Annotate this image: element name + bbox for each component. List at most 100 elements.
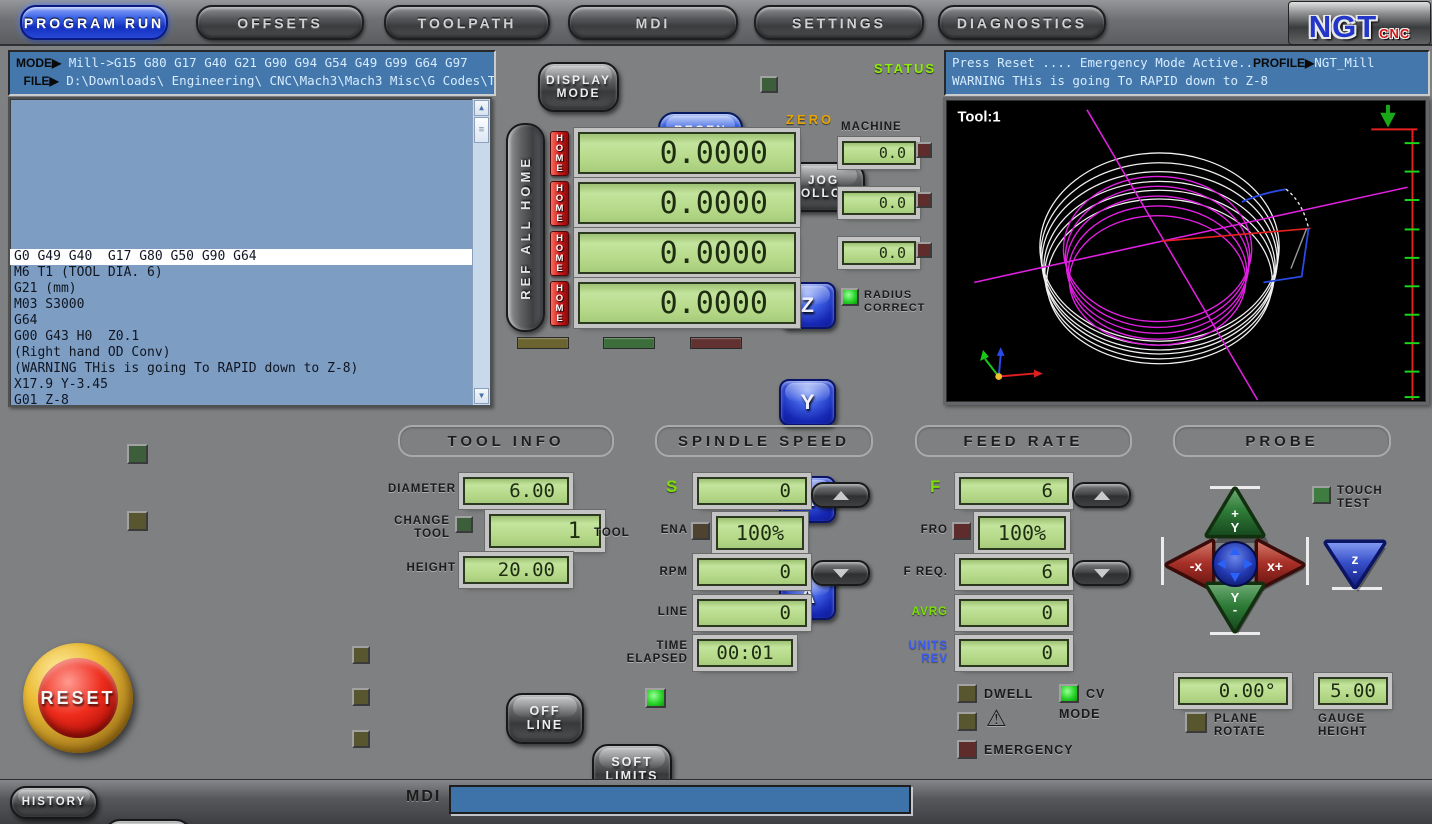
gcode-line: X17.9 Y-3.45: [14, 377, 108, 392]
ref-all-home-button[interactable]: REF ALL HOME: [506, 123, 545, 332]
scroll-down-button[interactable]: ▼: [474, 388, 489, 404]
gcode-line: M03 S3000: [14, 297, 85, 312]
up-arrow-icon: [1093, 490, 1110, 500]
jog-follow-led: [760, 76, 778, 93]
tab-offsets[interactable]: OFFSETS: [196, 5, 364, 40]
mode-label: MODE▶: [16, 56, 62, 70]
offline-button[interactable]: OFF LINE: [506, 693, 584, 744]
units-rev-label: UNITS REV: [908, 640, 948, 665]
top-tab-bar: PROGRAM RUN OFFSETS TOOLPATH MDI SETTING…: [0, 0, 1432, 46]
ref-all-home-label: REF ALL HOME: [518, 155, 533, 300]
reset-button-face[interactable]: RESET: [38, 658, 118, 738]
tab-mdi[interactable]: MDI: [568, 5, 738, 40]
history-label: HISTORY: [21, 796, 87, 809]
display-mode-button[interactable]: DISPLAY MODE: [538, 62, 619, 112]
spindle-up-button[interactable]: [811, 482, 870, 508]
gcode-line: (Right hand OD Conv): [14, 345, 171, 360]
cv-mode-label: MODE: [1059, 707, 1101, 721]
probe-jog-y-minus[interactable]: Y -: [1204, 581, 1266, 634]
feed-up-button[interactable]: [1072, 482, 1131, 508]
dro-a-value[interactable]: 0.0000: [578, 282, 796, 324]
toolpath-canvas: Tool:1: [958, 104, 1420, 401]
machine-x-value: 0.0: [842, 241, 916, 265]
f-label: F: [930, 477, 942, 496]
feed-override-value[interactable]: 100%: [978, 516, 1066, 550]
status-box: Press Reset .... Emergency Mode Active..…: [944, 50, 1430, 96]
tab-toolpath[interactable]: TOOLPATH: [384, 5, 550, 40]
plane-rotate-value[interactable]: 0.00°: [1178, 677, 1288, 705]
gcode-current-line: G0 G49 G40 G17 G80 G50 G90 G64: [10, 249, 473, 265]
dro-x-value[interactable]: 0.0000: [578, 232, 796, 274]
probe-jog-y-plus[interactable]: + Y: [1204, 486, 1266, 539]
gcode-scrollbar[interactable]: ▲ ≡ ▼: [472, 99, 490, 405]
spindle-s-value[interactable]: 0: [697, 477, 807, 505]
gauge-height-value[interactable]: 5.00: [1318, 677, 1388, 705]
z-sign: -: [1353, 563, 1358, 579]
logo-cnc: CNC: [1379, 26, 1411, 41]
warning-icon: ⚠: [986, 705, 1007, 731]
time-elapsed-label: TIME ELAPSED: [626, 640, 688, 665]
probe-jog-center[interactable]: [1212, 541, 1258, 587]
status-label: STATUS: [874, 61, 937, 76]
offline-label: OFF LINE: [526, 704, 564, 732]
warning-led: [957, 712, 977, 731]
zero-y-button[interactable]: Y: [779, 379, 836, 426]
reset-button[interactable]: RESET: [23, 643, 133, 753]
spindle-down-button[interactable]: [811, 560, 870, 586]
radius-correct-led: [841, 288, 859, 306]
tab-program-run[interactable]: PROGRAM RUN: [20, 5, 168, 40]
home-y-button[interactable]: HOME: [550, 181, 569, 226]
rpm-value: 0: [697, 558, 807, 586]
fro-led: [952, 522, 971, 540]
tool-label: TOOL: [594, 527, 630, 539]
tab-diagnostics[interactable]: DIAGNOSTICS: [938, 5, 1106, 40]
history-button[interactable]: HISTORY: [10, 786, 98, 819]
scroll-thumb[interactable]: ≡: [474, 117, 489, 143]
scroll-up-button[interactable]: ▲: [474, 100, 489, 116]
probe-header: PROBE: [1173, 425, 1391, 457]
emergency-label: EMERGENCY: [984, 743, 1074, 757]
height-label: HEIGHT: [406, 562, 456, 574]
rpm-label: RPM: [659, 566, 688, 578]
spindle-speed-header: SPINDLE SPEED: [655, 425, 873, 457]
f-req-value[interactable]: 6: [959, 558, 1069, 586]
hold-led: [127, 511, 148, 531]
gauge-height-label: GAUGE HEIGHT: [1318, 713, 1368, 738]
profile-label: PROFILE▶: [1253, 56, 1315, 70]
clear-button[interactable]: CLEAR: [104, 819, 192, 824]
probe-jog-x-minus[interactable]: -x: [1164, 538, 1216, 592]
up-arrow-icon: [832, 490, 849, 500]
tab-settings[interactable]: SETTINGS: [754, 5, 924, 40]
home-z-button[interactable]: HOME: [550, 131, 569, 176]
machine-z-value: 0.0: [842, 141, 916, 165]
line-value: 0: [697, 599, 807, 627]
mach3-ngt-cnc-screen: PROGRAM RUN OFFSETS TOOLPATH MDI SETTING…: [0, 0, 1432, 824]
emergency-led: [957, 740, 977, 759]
dwell-led: [957, 684, 977, 703]
feed-f-value[interactable]: 6: [959, 477, 1069, 505]
gcode-display[interactable]: G0 G49 G40 G17 G80 G50 G90 G64 M6 T1 (TO…: [8, 97, 492, 407]
indicator-bar-olive: [517, 337, 569, 349]
zero-label: ZERO: [786, 112, 835, 127]
toolpath-display[interactable]: Tool:1: [943, 97, 1429, 405]
dro-y-value[interactable]: 0.0000: [578, 182, 796, 224]
tool-number-value[interactable]: 1: [489, 514, 601, 548]
radius-correct-label: RADIUS CORRECT: [864, 289, 926, 314]
tool-height-value[interactable]: 20.00: [463, 556, 569, 584]
jog-enable-led: [645, 688, 666, 708]
mdi-label: MDI: [406, 788, 442, 805]
time-elapsed-value: 00:01: [697, 639, 793, 667]
mdi-input[interactable]: [449, 785, 911, 814]
f-req-label: F REQ.: [903, 566, 948, 578]
feed-down-button[interactable]: [1072, 560, 1131, 586]
dro-z-value[interactable]: 0.0000: [578, 132, 796, 174]
change-tool-led: [455, 516, 473, 533]
bottom-bar: HISTORY CLEAR G CODES M CODES MDI LOAD W…: [0, 779, 1432, 824]
plane-rotate-led: [1185, 712, 1207, 733]
cv-label: CV: [1086, 687, 1106, 701]
home-a-button[interactable]: HOME: [550, 281, 569, 326]
file-label: FILE▶: [23, 74, 59, 88]
home-x-button[interactable]: HOME: [550, 231, 569, 276]
tool-diameter-value[interactable]: 6.00: [463, 477, 569, 505]
spindle-override-value[interactable]: 100%: [716, 516, 804, 550]
